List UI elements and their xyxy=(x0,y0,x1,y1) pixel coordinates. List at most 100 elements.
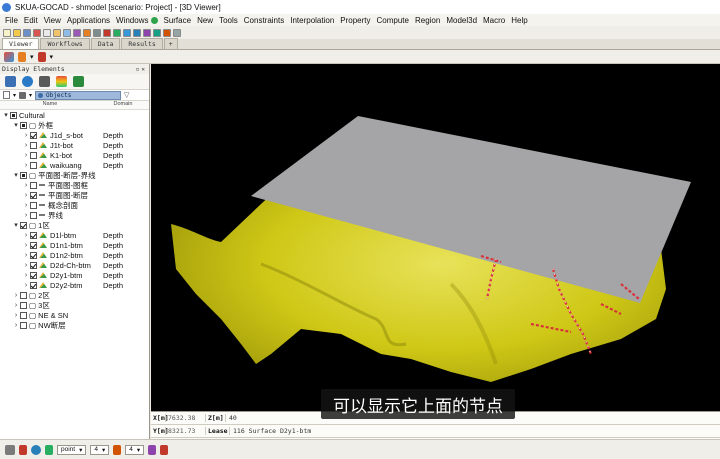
tab-viewer[interactable]: Viewer xyxy=(2,38,40,49)
tree-row[interactable]: › waikuang Depth xyxy=(0,160,149,170)
menu-new[interactable]: New xyxy=(194,16,216,25)
menu-model3d[interactable]: Model3d xyxy=(443,16,480,25)
marker-icon[interactable] xyxy=(160,444,169,455)
collapse-arrow-icon[interactable]: › xyxy=(22,202,30,209)
visibility-checkbox[interactable] xyxy=(20,121,27,129)
collapse-arrow-icon[interactable]: › xyxy=(22,212,30,219)
open-folder-icon[interactable] xyxy=(13,28,21,37)
tree-row[interactable]: › ▢ NW断层 xyxy=(0,320,149,330)
visibility-checkbox[interactable] xyxy=(30,231,37,239)
new-file-icon[interactable] xyxy=(3,28,11,37)
tree-row[interactable]: › ▢ 3区 xyxy=(0,300,149,310)
wand-icon[interactable] xyxy=(73,28,81,37)
tree-row[interactable]: › J1d_s-bot Depth xyxy=(0,130,149,140)
column-domain[interactable]: Domain xyxy=(100,101,146,109)
visibility-checkbox[interactable] xyxy=(20,221,27,229)
collapse-arrow-icon[interactable]: › xyxy=(12,312,20,319)
visibility-checkbox[interactable] xyxy=(30,131,37,139)
filter-icon[interactable] xyxy=(19,91,27,99)
visibility-checkbox[interactable] xyxy=(30,281,37,289)
chevron-down-icon[interactable]: ▾ xyxy=(30,53,34,61)
menu-applications[interactable]: Applications xyxy=(64,16,113,25)
menu-constraints[interactable]: Constraints xyxy=(241,16,287,25)
colormap-icon[interactable] xyxy=(56,76,67,87)
objects-search-field[interactable]: Objects xyxy=(35,90,122,100)
point-icon[interactable] xyxy=(31,444,41,455)
menu-compute[interactable]: Compute xyxy=(374,16,412,25)
tree-row[interactable]: ▾ ▢ 平面图-断层-界线 xyxy=(0,170,149,180)
tree-row[interactable]: › D2y1-btm Depth xyxy=(0,270,149,280)
tree-row[interactable]: › 概念剖面 xyxy=(0,200,149,210)
visibility-checkbox[interactable] xyxy=(30,211,37,219)
visibility-checkbox[interactable] xyxy=(10,111,17,119)
collapse-arrow-icon[interactable]: › xyxy=(12,302,20,309)
collapse-arrow-icon[interactable]: › xyxy=(22,252,30,259)
menu-interpolation[interactable]: Interpolation xyxy=(287,16,337,25)
tab-results[interactable]: Results xyxy=(121,38,163,49)
expand-arrow-icon[interactable]: ▾ xyxy=(12,171,20,179)
image-icon[interactable] xyxy=(5,444,15,455)
eye-icon[interactable] xyxy=(22,76,33,87)
menu-file[interactable]: File xyxy=(2,16,21,25)
visibility-checkbox[interactable] xyxy=(30,151,37,159)
grid-icon[interactable] xyxy=(5,76,16,87)
visibility-checkbox[interactable] xyxy=(20,301,27,309)
menu-tools[interactable]: Tools xyxy=(216,16,241,25)
tab-data[interactable]: Data xyxy=(90,38,121,49)
panel-window-buttons[interactable]: ▫✕ xyxy=(136,66,149,73)
tree-row[interactable]: › J1t-bot Depth xyxy=(0,140,149,150)
collapse-arrow-icon[interactable]: › xyxy=(12,322,20,329)
menu-windows[interactable]: Windows xyxy=(113,16,151,25)
paste-icon[interactable] xyxy=(53,28,61,37)
expand-arrow-icon[interactable]: ▾ xyxy=(2,111,10,119)
save-icon[interactable] xyxy=(23,28,31,37)
menu-edit[interactable]: Edit xyxy=(21,16,41,25)
point-style-select[interactable]: point ▾ xyxy=(57,444,87,455)
visibility-checkbox[interactable] xyxy=(20,291,27,299)
style-icon[interactable] xyxy=(4,51,14,62)
undo-icon[interactable] xyxy=(83,28,91,37)
collapse-arrow-icon[interactable]: › xyxy=(12,292,20,299)
visibility-checkbox[interactable] xyxy=(20,171,27,179)
visibility-checkbox[interactable] xyxy=(30,161,37,169)
brush-icon[interactable] xyxy=(113,444,122,455)
collapse-arrow-icon[interactable]: › xyxy=(22,192,30,199)
menu-help[interactable]: Help xyxy=(508,16,530,25)
tree-row[interactable]: › ▢ NE & SN xyxy=(0,310,149,320)
visibility-checkbox[interactable] xyxy=(30,271,37,279)
print-icon[interactable] xyxy=(63,28,71,37)
line-size-select[interactable]: 4 ▾ xyxy=(125,444,145,455)
3d-viewer[interactable] xyxy=(151,64,720,411)
tree-row[interactable]: › 界线 xyxy=(0,210,149,220)
visibility-checkbox[interactable] xyxy=(30,181,37,189)
camera-view-icon[interactable] xyxy=(39,76,50,87)
visibility-checkbox[interactable] xyxy=(30,191,37,199)
funnel-icon[interactable]: ▽ xyxy=(124,91,129,99)
refresh-icon[interactable] xyxy=(173,28,181,37)
visibility-checkbox[interactable] xyxy=(20,321,27,329)
collapse-arrow-icon[interactable]: › xyxy=(22,162,30,169)
run-icon[interactable] xyxy=(113,28,121,37)
curve-icon[interactable] xyxy=(45,444,53,455)
redo-icon[interactable] xyxy=(93,28,101,37)
3d-scene[interactable] xyxy=(151,64,720,411)
chevron-down-icon[interactable]: ▾ xyxy=(50,53,54,61)
tree-row[interactable]: › 平面图-断层 xyxy=(0,190,149,200)
close-icon[interactable] xyxy=(33,28,41,37)
chart-icon[interactable] xyxy=(143,28,151,37)
collapse-arrow-icon[interactable]: › xyxy=(22,182,30,189)
collapse-arrow-icon[interactable]: › xyxy=(22,242,30,249)
histogram-icon[interactable] xyxy=(153,28,161,37)
paint-icon[interactable] xyxy=(18,51,26,62)
pen-icon[interactable] xyxy=(19,444,27,455)
visibility-checkbox[interactable] xyxy=(30,201,37,209)
stop-icon[interactable] xyxy=(103,28,111,37)
collapse-arrow-icon[interactable]: › xyxy=(22,152,30,159)
expand-arrow-icon[interactable]: ▾ xyxy=(12,221,20,229)
camera-icon[interactable] xyxy=(123,28,131,37)
size-select[interactable]: 4 ▾ xyxy=(90,444,110,455)
collapse-arrow-icon[interactable]: › xyxy=(22,272,30,279)
layers-icon[interactable] xyxy=(73,76,84,87)
collapse-arrow-icon[interactable]: › xyxy=(22,232,30,239)
view-icon[interactable] xyxy=(133,28,141,37)
